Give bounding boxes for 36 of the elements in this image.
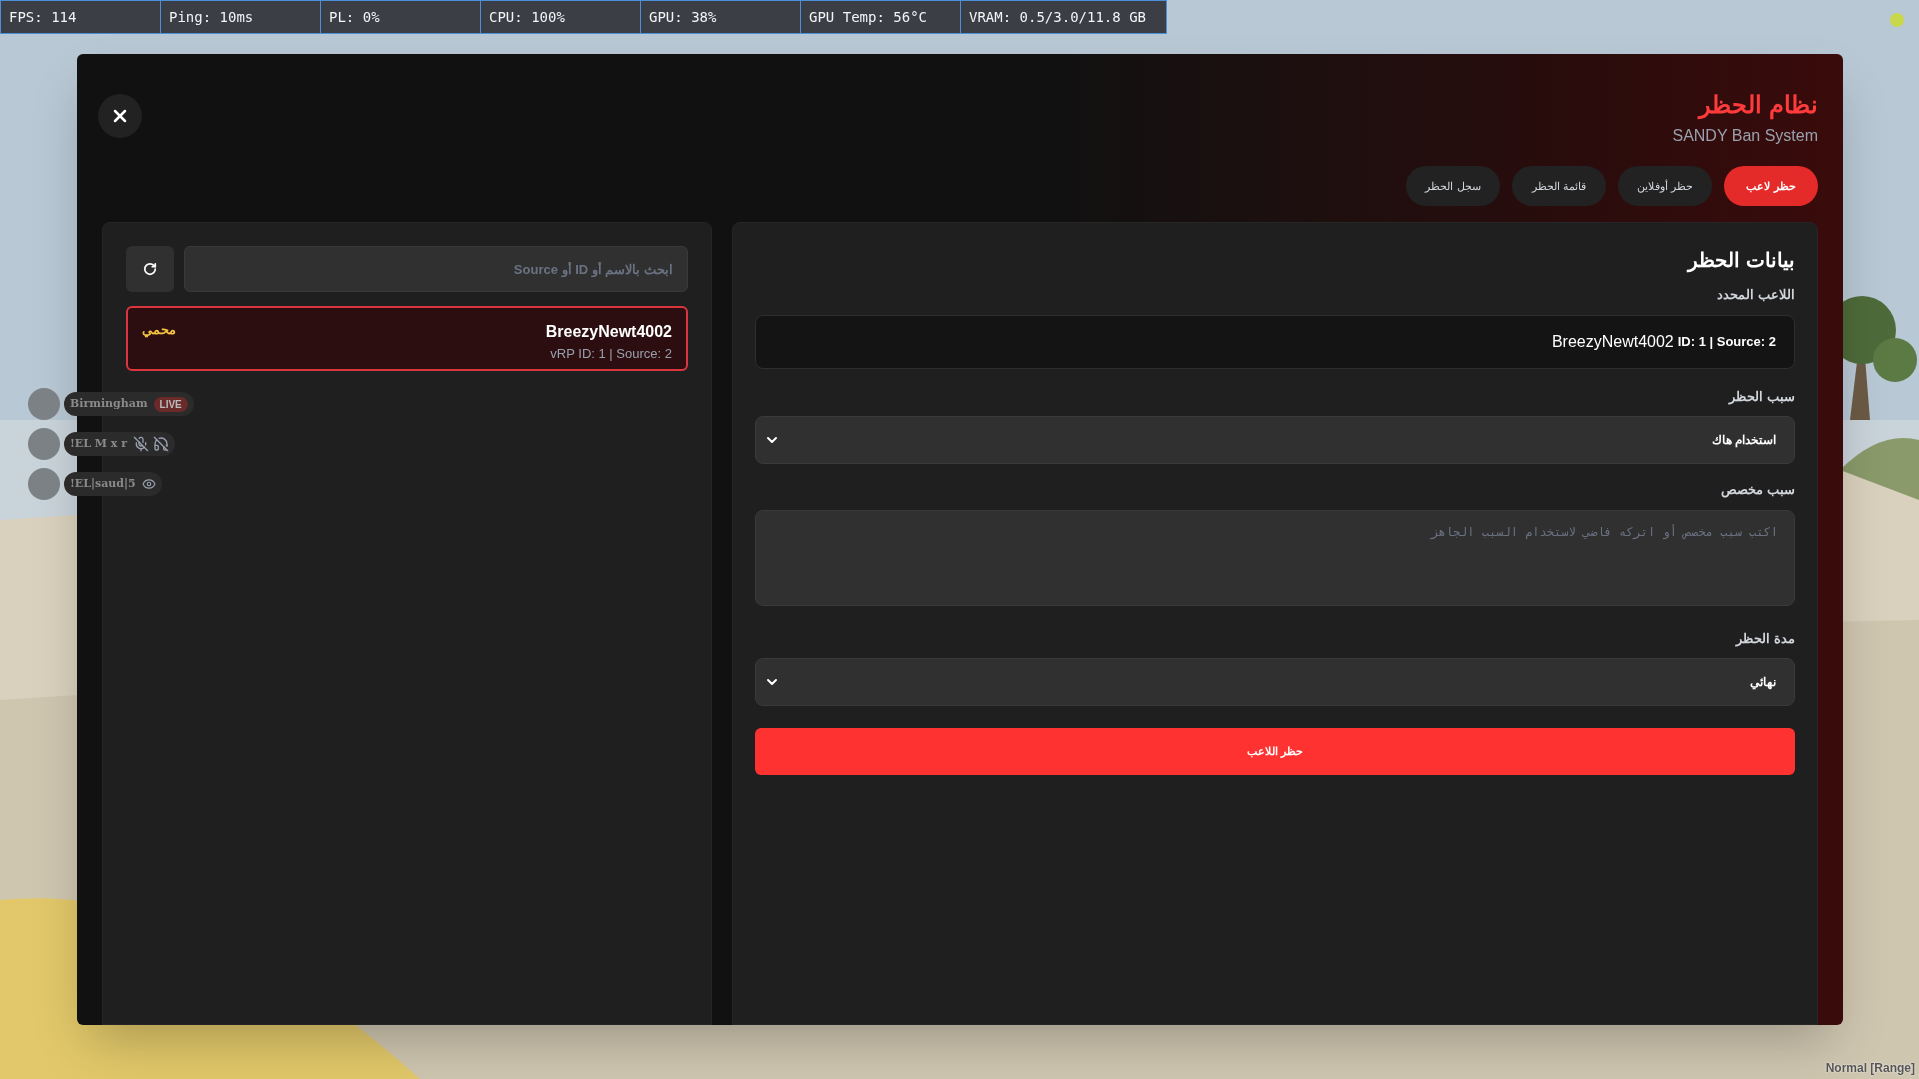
player-name: BreezyNewt4002 [545,322,672,342]
field-label: سبب مخصص [1720,481,1795,500]
select-field[interactable]: استخدام هاك [755,416,1795,464]
headphones-off-icon [152,436,169,452]
voice-name: !EL|saud|5 [70,475,136,493]
voice-mode-label: Normal [Range] [1825,1060,1915,1077]
refresh-icon [143,262,157,276]
modal-title: نظام الحظر [1699,90,1818,120]
field-label: اللاعب المحدد [1716,286,1795,304]
live-badge: LIVE [153,396,188,412]
stats-cell-text: VRAM: 0.5/3.0/11.8 GB [968,7,1147,27]
stats-cell: GPU: 38% [641,1,801,33]
stats-cell: Ping: 10ms [161,1,321,33]
refresh-button[interactable] [126,246,174,292]
stats-cell: CPU: 100% [481,1,641,33]
field-label: سبب الحظر [1727,387,1795,406]
player-details: ID: 1 | Source: 2 [1677,332,1776,351]
close-button[interactable] [98,94,142,138]
stats-cell: FPS: 114 [1,1,161,33]
modal-subtitle: SANDY Ban System [1672,126,1818,146]
ban-player-button[interactable]: حظر اللاعب [755,728,1795,775]
tab[interactable]: قائمة الحظر [1512,166,1606,206]
stats-cell: PL: 0% [321,1,481,33]
tab[interactable]: حظر أوفلاين [1618,166,1712,206]
custom-reason-field[interactable]: اكتب سبب مخصص أو اتركه فاضي لاستخدام السبب الجاهز [755,509,1795,606]
player-name: BreezyNewt4002 [1551,331,1674,352]
tab[interactable]: حظر لاعب [1724,166,1818,206]
tab[interactable]: سجل الحظر [1406,166,1500,206]
stats-cell: GPU Temp: 56°C [801,1,961,33]
player-details: vRP ID: 1 | Source: 2 [550,345,672,363]
form-heading: بيانات الحظر [1685,248,1795,275]
eye-icon [141,477,156,491]
field-label: مدة الحظر [1734,629,1795,648]
mic-off-icon [132,436,149,452]
protected-label: محمي [142,321,176,340]
select-field[interactable]: نهائي [755,658,1795,706]
